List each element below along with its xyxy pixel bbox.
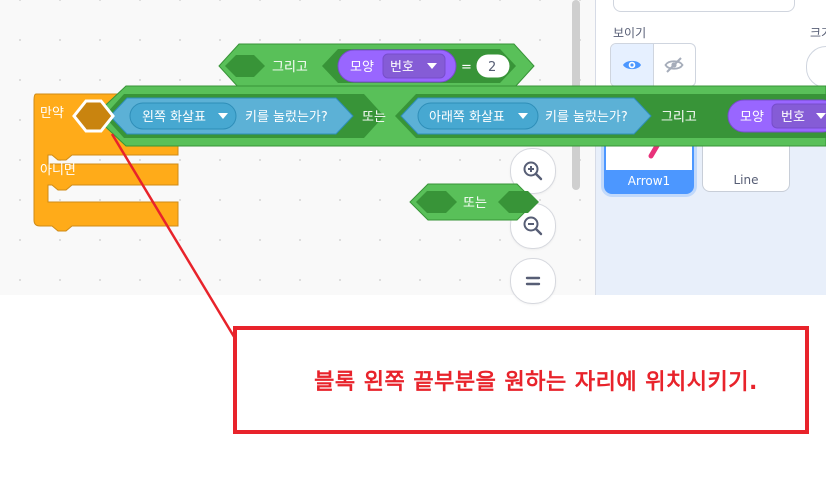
or-label: 또는 <box>463 196 487 211</box>
annotation-box: 블록 왼쪽 끝부분을 원하는 자리에 위치시키기. <box>233 326 809 434</box>
equals-sign: = <box>461 60 472 75</box>
or-label: 또는 <box>362 110 386 125</box>
if-label: 만약 <box>40 106 64 121</box>
else-label: 아니면 <box>40 163 76 178</box>
key-pressed-label: 키를 눌렀는가? <box>545 110 628 125</box>
or-block[interactable]: 또는 <box>409 183 539 221</box>
key-dropdown-down-value: 아래쪽 화살표 <box>429 110 505 125</box>
costume-dropdown-value: 번호 <box>781 110 805 125</box>
key-pressed-label: 키를 눌렀는가? <box>245 110 328 125</box>
costume-label: 모양 <box>350 60 374 75</box>
costume-label: 모양 <box>740 110 764 125</box>
value-text: 2 <box>488 60 496 75</box>
and-block[interactable]: 그리고 모양 번호 = 2 <box>218 43 535 89</box>
and-label: 그리고 <box>272 60 308 75</box>
annotation-text: 블록 왼쪽 끝부분을 원하는 자리에 위치시키기. <box>314 370 758 395</box>
and-label: 그리고 <box>661 110 697 125</box>
key-dropdown-left-value: 왼쪽 화살표 <box>142 110 206 125</box>
dragged-boolean-block[interactable]: 왼쪽 화살표 키를 눌렀는가? 또는 아래쪽 화살표 키를 눌렀는가? 그리고 … <box>93 85 826 147</box>
costume-dropdown-value: 번호 <box>390 60 414 75</box>
